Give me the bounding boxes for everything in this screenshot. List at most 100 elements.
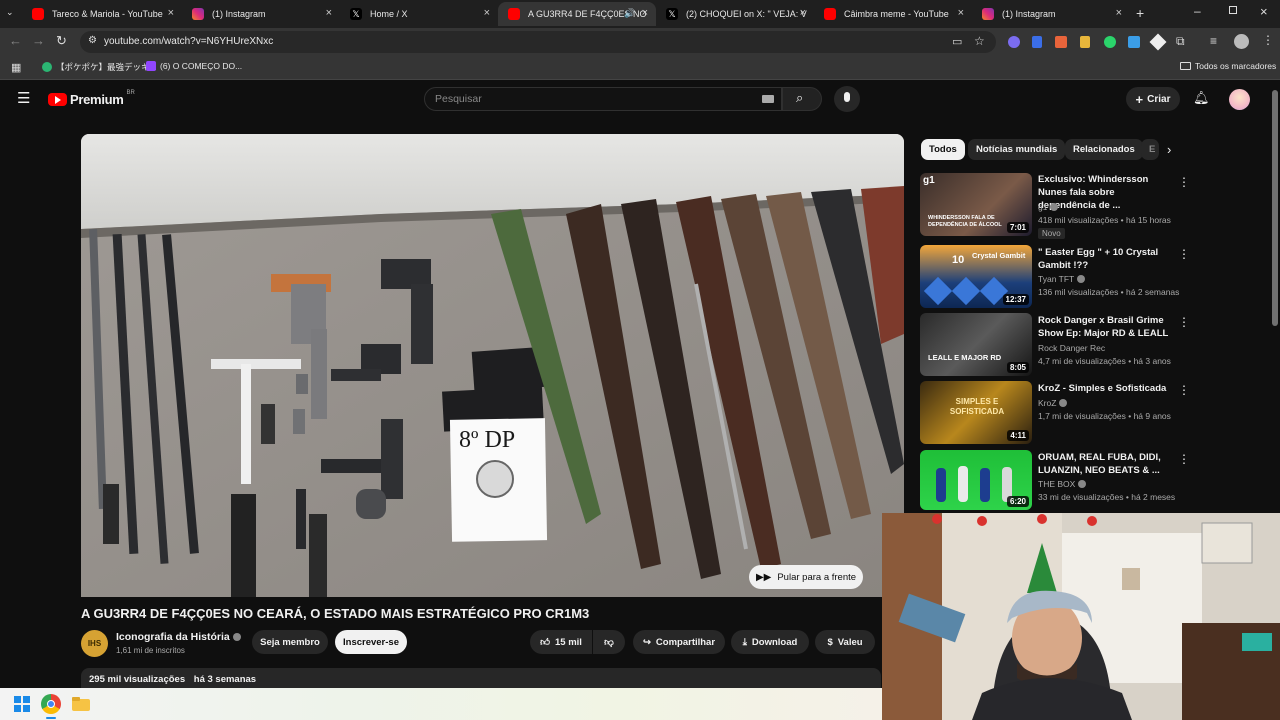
video-duration: 6:20 <box>1006 496 1029 507</box>
chip-todos[interactable]: Todos <box>921 139 965 160</box>
browser-tab-active[interactable]: A GU3RR4 DE F4ÇÇ0ES NO 🔊 × <box>498 2 656 26</box>
extension-icon[interactable] <box>1104 36 1116 48</box>
chrome-icon[interactable] <box>41 694 61 714</box>
extension-icon[interactable] <box>1128 36 1140 48</box>
video-thumbnail[interactable]: 6:20 <box>920 450 1032 510</box>
more-options-icon[interactable]: ⋮ <box>1178 315 1190 329</box>
chip-relacionados[interactable]: Relacionados <box>1065 139 1143 160</box>
minimize-icon[interactable]: – <box>1194 4 1201 18</box>
close-icon[interactable]: × <box>958 7 964 19</box>
address-bar-row: ← → ↻ ⚙ youtube.com/watch?v=N6YHUreXNxc … <box>0 28 1280 56</box>
bookmark-item[interactable]: 【ポケポケ】最強デッキ... <box>42 61 157 73</box>
recommendation-item[interactable]: 10 Crystal Gambit 12:37 " Easter Egg " +… <box>920 245 1190 309</box>
address-bar[interactable]: ⚙ youtube.com/watch?v=N6YHUreXNxc ▭ ☆ <box>80 31 996 53</box>
join-button[interactable]: Seja membro <box>252 630 328 654</box>
chevron-right-icon[interactable]: › <box>1167 142 1171 157</box>
download-label: Download <box>751 636 798 648</box>
url-text[interactable]: youtube.com/watch?v=N6YHUreXNxc <box>104 36 273 47</box>
close-icon[interactable]: × <box>168 7 174 19</box>
tab-title: Home / X <box>370 9 408 19</box>
chip-partial[interactable]: E <box>1141 139 1159 160</box>
video-player[interactable]: 8º DP <box>81 134 904 597</box>
browser-menu-icon[interactable]: ⋮ <box>1262 33 1274 47</box>
voice-search-button[interactable] <box>834 86 860 112</box>
apps-grid-icon[interactable]: ▦ <box>11 61 21 74</box>
close-icon[interactable]: × <box>642 7 648 19</box>
chip-noticias-mundiais[interactable]: Notícias mundiais <box>968 139 1066 160</box>
browser-tab[interactable]: 𝕏 Home / X × <box>340 2 498 26</box>
new-badge: Novo <box>1038 228 1065 239</box>
x-icon: 𝕏 <box>350 8 362 20</box>
create-button[interactable]: + Criar <box>1126 87 1180 111</box>
recommendation-item[interactable]: 6:20 ORUAM, REAL FUBA, DIDI, LUANZIN, NE… <box>920 450 1190 514</box>
skip-forward-button[interactable]: ▶▶ Pular para a frente <box>749 565 863 589</box>
recommendation-item[interactable]: SIMPLES E SOFISTICADA 4:11 KroZ - Simple… <box>920 381 1190 445</box>
more-options-icon[interactable]: ⋮ <box>1178 247 1190 261</box>
extension-icon[interactable] <box>1080 36 1090 48</box>
search-input[interactable]: Pesquisar <box>424 87 782 111</box>
back-icon[interactable]: ← <box>9 33 22 48</box>
youtube-logo[interactable]: Premium BR <box>48 90 135 107</box>
cast-icon[interactable]: ▭ <box>952 35 962 48</box>
close-icon[interactable]: × <box>326 7 332 19</box>
close-icon[interactable]: × <box>1116 7 1122 19</box>
file-explorer-icon[interactable] <box>71 694 91 714</box>
channel-avatar[interactable]: IHS <box>81 630 108 657</box>
close-icon[interactable]: × <box>800 7 806 19</box>
browser-tab[interactable]: (1) Instagram × <box>182 2 340 26</box>
video-thumbnail[interactable]: 10 Crystal Gambit 12:37 <box>920 245 1032 308</box>
notifications-bell-icon[interactable]: 🔔︎ <box>1193 90 1210 106</box>
subscribe-button[interactable]: Inscrever-se <box>335 630 407 654</box>
hamburger-menu-icon[interactable]: ☰ <box>17 89 30 107</box>
close-icon[interactable]: × <box>484 7 490 19</box>
tab-title: (1) Instagram <box>1002 9 1056 19</box>
download-button[interactable]: ⤓ Download <box>731 630 809 654</box>
bookmark-site-icon <box>42 62 52 72</box>
recommendation-item[interactable]: g1 WHINDERSSON FALA DE DEPENDÊNCIA DE ÁL… <box>920 173 1190 239</box>
speaker-icon[interactable]: 🔊 <box>624 8 635 19</box>
thanks-button[interactable]: $ Valeu <box>815 630 875 654</box>
browser-tab[interactable]: 𝕏 (2) CHOQUEI on X: " VEJA: V × <box>656 2 814 26</box>
keyboard-icon[interactable] <box>762 95 774 103</box>
thumbnail-channel-text: g1 <box>923 175 935 186</box>
youtube-play-icon <box>48 93 67 106</box>
thumbnail-text: Crystal Gambit <box>972 251 1026 260</box>
windows-start-icon[interactable] <box>12 694 32 714</box>
page-scrollbar[interactable] <box>1272 90 1278 326</box>
extensions-puzzle-icon[interactable]: ⧉ <box>1176 34 1185 49</box>
reading-list-icon[interactable]: ≡ <box>1210 34 1217 48</box>
reload-icon[interactable]: ↻ <box>56 33 67 49</box>
bookmark-item[interactable]: (6) O COMEÇO DO... <box>146 61 242 71</box>
browser-tab[interactable]: Tareco & Mariola - YouTube × <box>22 2 182 26</box>
close-window-icon[interactable]: × <box>1260 4 1268 19</box>
recommendation-channel: Rock Danger Rec <box>1038 343 1106 353</box>
restore-icon[interactable] <box>1229 6 1237 14</box>
browser-tab[interactable]: (1) Instagram × <box>972 2 1130 26</box>
recommendation-item[interactable]: LEALL E MAJOR RD 8:05 Rock Danger x Bras… <box>920 313 1190 377</box>
like-button[interactable]: 👍︎ 15 mil <box>530 630 592 654</box>
more-options-icon[interactable]: ⋮ <box>1178 175 1190 189</box>
site-info-icon[interactable]: ⚙ <box>88 35 97 46</box>
forward-icon[interactable]: → <box>32 33 45 48</box>
extension-icon[interactable] <box>1008 36 1020 48</box>
dislike-button[interactable]: 👎︎ <box>593 630 625 654</box>
bookmark-star-icon[interactable]: ☆ <box>974 34 985 48</box>
extension-icon[interactable] <box>1055 36 1067 48</box>
video-thumbnail[interactable]: SIMPLES E SOFISTICADA 4:11 <box>920 381 1032 444</box>
all-bookmarks[interactable]: Todos os marcadores <box>1180 61 1276 71</box>
channel-name[interactable]: Iconografia da História <box>116 631 241 643</box>
share-button[interactable]: ↪ Compartilhar <box>633 630 725 654</box>
account-avatar[interactable] <box>1229 89 1250 110</box>
extension-icon[interactable] <box>1032 36 1042 48</box>
search-button[interactable]: ⌕ <box>782 87 822 111</box>
extension-icon[interactable] <box>1149 33 1167 51</box>
more-options-icon[interactable]: ⋮ <box>1178 452 1190 466</box>
more-options-icon[interactable]: ⋮ <box>1178 383 1190 397</box>
tab-search-icon[interactable]: ⌄ <box>6 7 14 18</box>
profile-avatar-icon[interactable] <box>1234 34 1249 49</box>
new-tab-icon[interactable]: + <box>1136 5 1144 21</box>
video-thumbnail[interactable]: g1 WHINDERSSON FALA DE DEPENDÊNCIA DE ÁL… <box>920 173 1032 236</box>
browser-tab[interactable]: Câimbra meme - YouTube × <box>814 2 972 26</box>
youtube-icon <box>32 8 44 20</box>
video-thumbnail[interactable]: LEALL E MAJOR RD 8:05 <box>920 313 1032 376</box>
